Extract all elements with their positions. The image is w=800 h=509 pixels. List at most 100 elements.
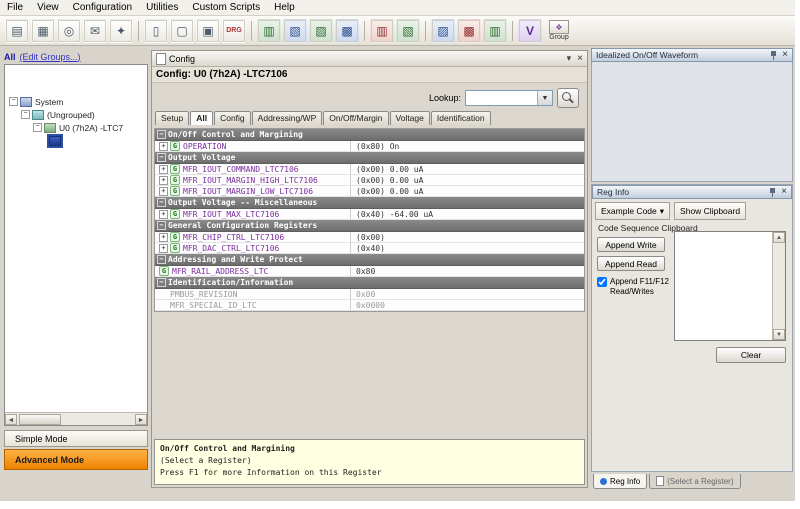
compare-device-icon[interactable]: ▥ [483, 19, 507, 43]
program-device-icon[interactable]: ▥ [370, 19, 394, 43]
section-header[interactable]: − Addressing and Write Protect [155, 254, 584, 266]
clear-button[interactable]: Clear [716, 347, 786, 363]
pin-icon[interactable] [770, 51, 777, 60]
tree-item-u0-ltc7106[interactable]: − U0 (7h2A) -LTC7 [5, 121, 147, 134]
tab-onoff-margin[interactable]: On/Off/Margin [323, 111, 388, 125]
section-header[interactable]: − Output Voltage -- Miscellaneous [155, 197, 584, 209]
save-icon[interactable]: ▦ [31, 19, 55, 43]
lookup-combobox[interactable]: ▼ [465, 90, 553, 106]
ram-to-pc-icon[interactable]: ▧ [283, 19, 307, 43]
chevron-down-icon[interactable]: ▼ [537, 91, 552, 105]
copy-config-icon[interactable]: ▢ [170, 19, 194, 43]
menu-help[interactable]: Help [267, 0, 302, 15]
paste-config-icon[interactable]: ▯ [144, 19, 168, 43]
expand-icon[interactable]: + [159, 165, 168, 174]
register-value[interactable]: (0x40) -64.00 uA [351, 209, 584, 220]
register-row[interactable]: +GMFR_IOUT_MARGIN_HIGH_LTC7106 (0x00) 0.… [155, 175, 584, 186]
advanced-mode-button[interactable]: Advanced Mode [4, 449, 148, 470]
menu-view[interactable]: View [30, 0, 66, 15]
drg-icon[interactable]: DRG [222, 19, 246, 43]
register-row[interactable]: PMBUS_REVISION 0x00 [155, 289, 584, 300]
collapse-icon[interactable]: − [33, 123, 42, 132]
register-row[interactable]: +GMFR_IOUT_COMMAND_LTC7106 (0x00) 0.00 u… [155, 164, 584, 175]
send-mail-icon[interactable]: ✉ [83, 19, 107, 43]
edit-script-icon[interactable]: ▤ [5, 19, 29, 43]
expand-icon[interactable]: + [159, 210, 168, 219]
register-row[interactable]: GMFR_RAIL_ADDRESS_LTC 0x80 [155, 266, 584, 277]
simple-mode-button[interactable]: Simple Mode [4, 430, 148, 447]
collapse-icon[interactable]: − [21, 110, 30, 119]
tree-horizontal-scrollbar[interactable]: ◄ ► [5, 412, 147, 425]
append-f11-f12-option[interactable]: Append F11/F12 Read/Writes [597, 277, 671, 297]
collapse-icon[interactable]: − [9, 97, 18, 106]
zoom-icon[interactable]: ◎ [57, 19, 81, 43]
register-value[interactable]: (0x40) [351, 243, 584, 254]
register-row[interactable]: +GMFR_CHIP_CTRL_LTC7106 (0x00) [155, 232, 584, 243]
close-icon[interactable]: × [577, 54, 583, 64]
expand-icon[interactable]: + [159, 244, 168, 253]
tab-identification[interactable]: Identification [431, 111, 491, 125]
lookup-value[interactable] [466, 91, 537, 105]
show-clipboard-button[interactable]: Show Clipboard [674, 202, 746, 220]
system-tree[interactable]: − System − (Ungrouped) − U0 (7h2A) -LTC7… [4, 64, 148, 426]
append-read-button[interactable]: Append Read [597, 256, 665, 271]
register-value[interactable]: (0x00) 0.00 uA [351, 186, 584, 197]
example-code-button[interactable]: Example Code ▾ [595, 202, 670, 220]
register-value[interactable]: (0x00) [351, 232, 584, 243]
menu-custom-scripts[interactable]: Custom Scripts [185, 0, 267, 15]
tree-item-system[interactable]: − System [5, 95, 147, 108]
search-button[interactable] [557, 88, 579, 108]
section-header[interactable]: − Output Voltage [155, 152, 584, 164]
close-icon[interactable]: × [781, 187, 787, 197]
scroll-left-icon[interactable]: ◄ [5, 414, 17, 425]
v-style-icon[interactable]: V [518, 19, 542, 43]
register-value[interactable]: (0x00) 0.00 uA [351, 175, 584, 186]
config-wizard-icon[interactable]: ✦ [109, 19, 133, 43]
scroll-up-icon[interactable]: ▲ [773, 232, 785, 243]
register-row[interactable]: MFR_SPECIAL_ID_LTC 0x0000 [155, 300, 584, 311]
ram-to-nvm-icon[interactable]: ▨ [309, 19, 333, 43]
expand-icon[interactable]: + [159, 176, 168, 185]
listbox-vertical-scrollbar[interactable]: ▲ ▼ [772, 232, 785, 340]
register-row[interactable]: +GMFR_IOUT_MAX_LTC7106 (0x40) -64.00 uA [155, 209, 584, 220]
collapse-icon[interactable]: − [157, 255, 166, 264]
tab-addressing-wp[interactable]: Addressing/WP [252, 111, 323, 125]
tab-all[interactable]: All [190, 111, 213, 125]
tree-item-selected-rail[interactable] [5, 134, 147, 147]
pin-icon[interactable] [769, 188, 776, 197]
collapse-icon[interactable]: − [157, 153, 166, 162]
register-value[interactable]: 0x80 [351, 266, 584, 277]
tab-reg-info[interactable]: Reg Info [593, 474, 647, 489]
edit-groups-link[interactable]: (Edit Groups...) [20, 52, 81, 62]
all-label[interactable]: All [4, 52, 16, 62]
panel-menu-caret-icon[interactable]: ▾ [567, 53, 572, 64]
tab-voltage[interactable]: Voltage [390, 111, 430, 125]
collapse-icon[interactable]: − [157, 198, 166, 207]
scrollbar-thumb[interactable] [19, 414, 61, 425]
section-header[interactable]: − On/Off Control and Margining [155, 129, 584, 141]
group-selector[interactable]: ❖ Group [549, 20, 569, 41]
expand-icon[interactable]: + [159, 233, 168, 242]
pc-to-ram-icon[interactable]: ▥ [257, 19, 281, 43]
expand-icon[interactable]: + [159, 142, 168, 151]
config-panel-tab-label[interactable]: Config [169, 54, 195, 64]
tab-select-a-register[interactable]: (Select a Register) [649, 474, 740, 489]
register-value[interactable]: (0x80) On [351, 141, 584, 152]
append-f11-f12-checkbox[interactable] [597, 277, 607, 287]
clipboard-icon[interactable]: ▣ [196, 19, 220, 43]
collapse-icon[interactable]: − [157, 278, 166, 287]
register-row[interactable]: +GMFR_DAC_CTRL_LTC7106 (0x40) [155, 243, 584, 254]
scroll-right-icon[interactable]: ► [135, 414, 147, 425]
register-row[interactable]: +GOPERATION (0x80) On [155, 141, 584, 152]
tree-item-ungrouped[interactable]: − (Ungrouped) [5, 108, 147, 121]
collapse-icon[interactable]: − [157, 221, 166, 230]
register-row[interactable]: +GMFR_IOUT_MARGIN_LOW_LTC7106 (0x00) 0.0… [155, 186, 584, 197]
clear-fault-log-icon[interactable]: ▩ [457, 19, 481, 43]
collapse-icon[interactable]: − [157, 130, 166, 139]
section-header[interactable]: − Identification/Information [155, 277, 584, 289]
menu-utilities[interactable]: Utilities [139, 0, 185, 15]
nvm-to-ram-icon[interactable]: ▩ [335, 19, 359, 43]
verify-device-icon[interactable]: ▧ [396, 19, 420, 43]
register-value[interactable]: (0x00) 0.00 uA [351, 164, 584, 175]
close-icon[interactable]: × [782, 50, 788, 60]
